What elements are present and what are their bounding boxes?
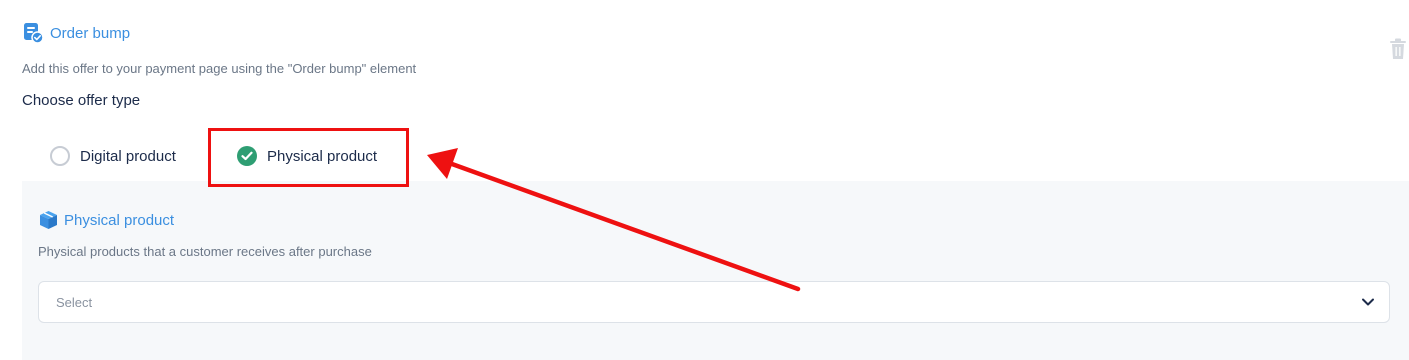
order-bump-title: Order bump bbox=[50, 24, 131, 42]
trash-icon[interactable] bbox=[1389, 38, 1407, 60]
order-bump-description: Add this offer to your payment page usin… bbox=[22, 61, 417, 76]
order-bump-icon bbox=[24, 23, 44, 44]
physical-product-panel bbox=[22, 181, 1409, 360]
order-bump-header: Order bump bbox=[22, 22, 130, 44]
chevron-down-icon[interactable] bbox=[1361, 295, 1375, 309]
box-icon bbox=[40, 211, 57, 229]
radio-unchecked-icon[interactable] bbox=[50, 146, 70, 166]
offer-type-heading: Choose offer type bbox=[22, 92, 141, 109]
physical-panel-title: Physical product bbox=[64, 211, 175, 229]
radio-digital-label: Digital product bbox=[80, 147, 176, 165]
product-select[interactable]: Select bbox=[38, 281, 1390, 323]
annotation-highlight-box bbox=[208, 128, 409, 187]
radio-digital-product[interactable]: Digital product bbox=[50, 144, 176, 168]
select-placeholder: Select bbox=[56, 294, 93, 310]
physical-panel-header: Physical product bbox=[38, 210, 174, 230]
physical-panel-description: Physical products that a customer receiv… bbox=[38, 244, 372, 259]
